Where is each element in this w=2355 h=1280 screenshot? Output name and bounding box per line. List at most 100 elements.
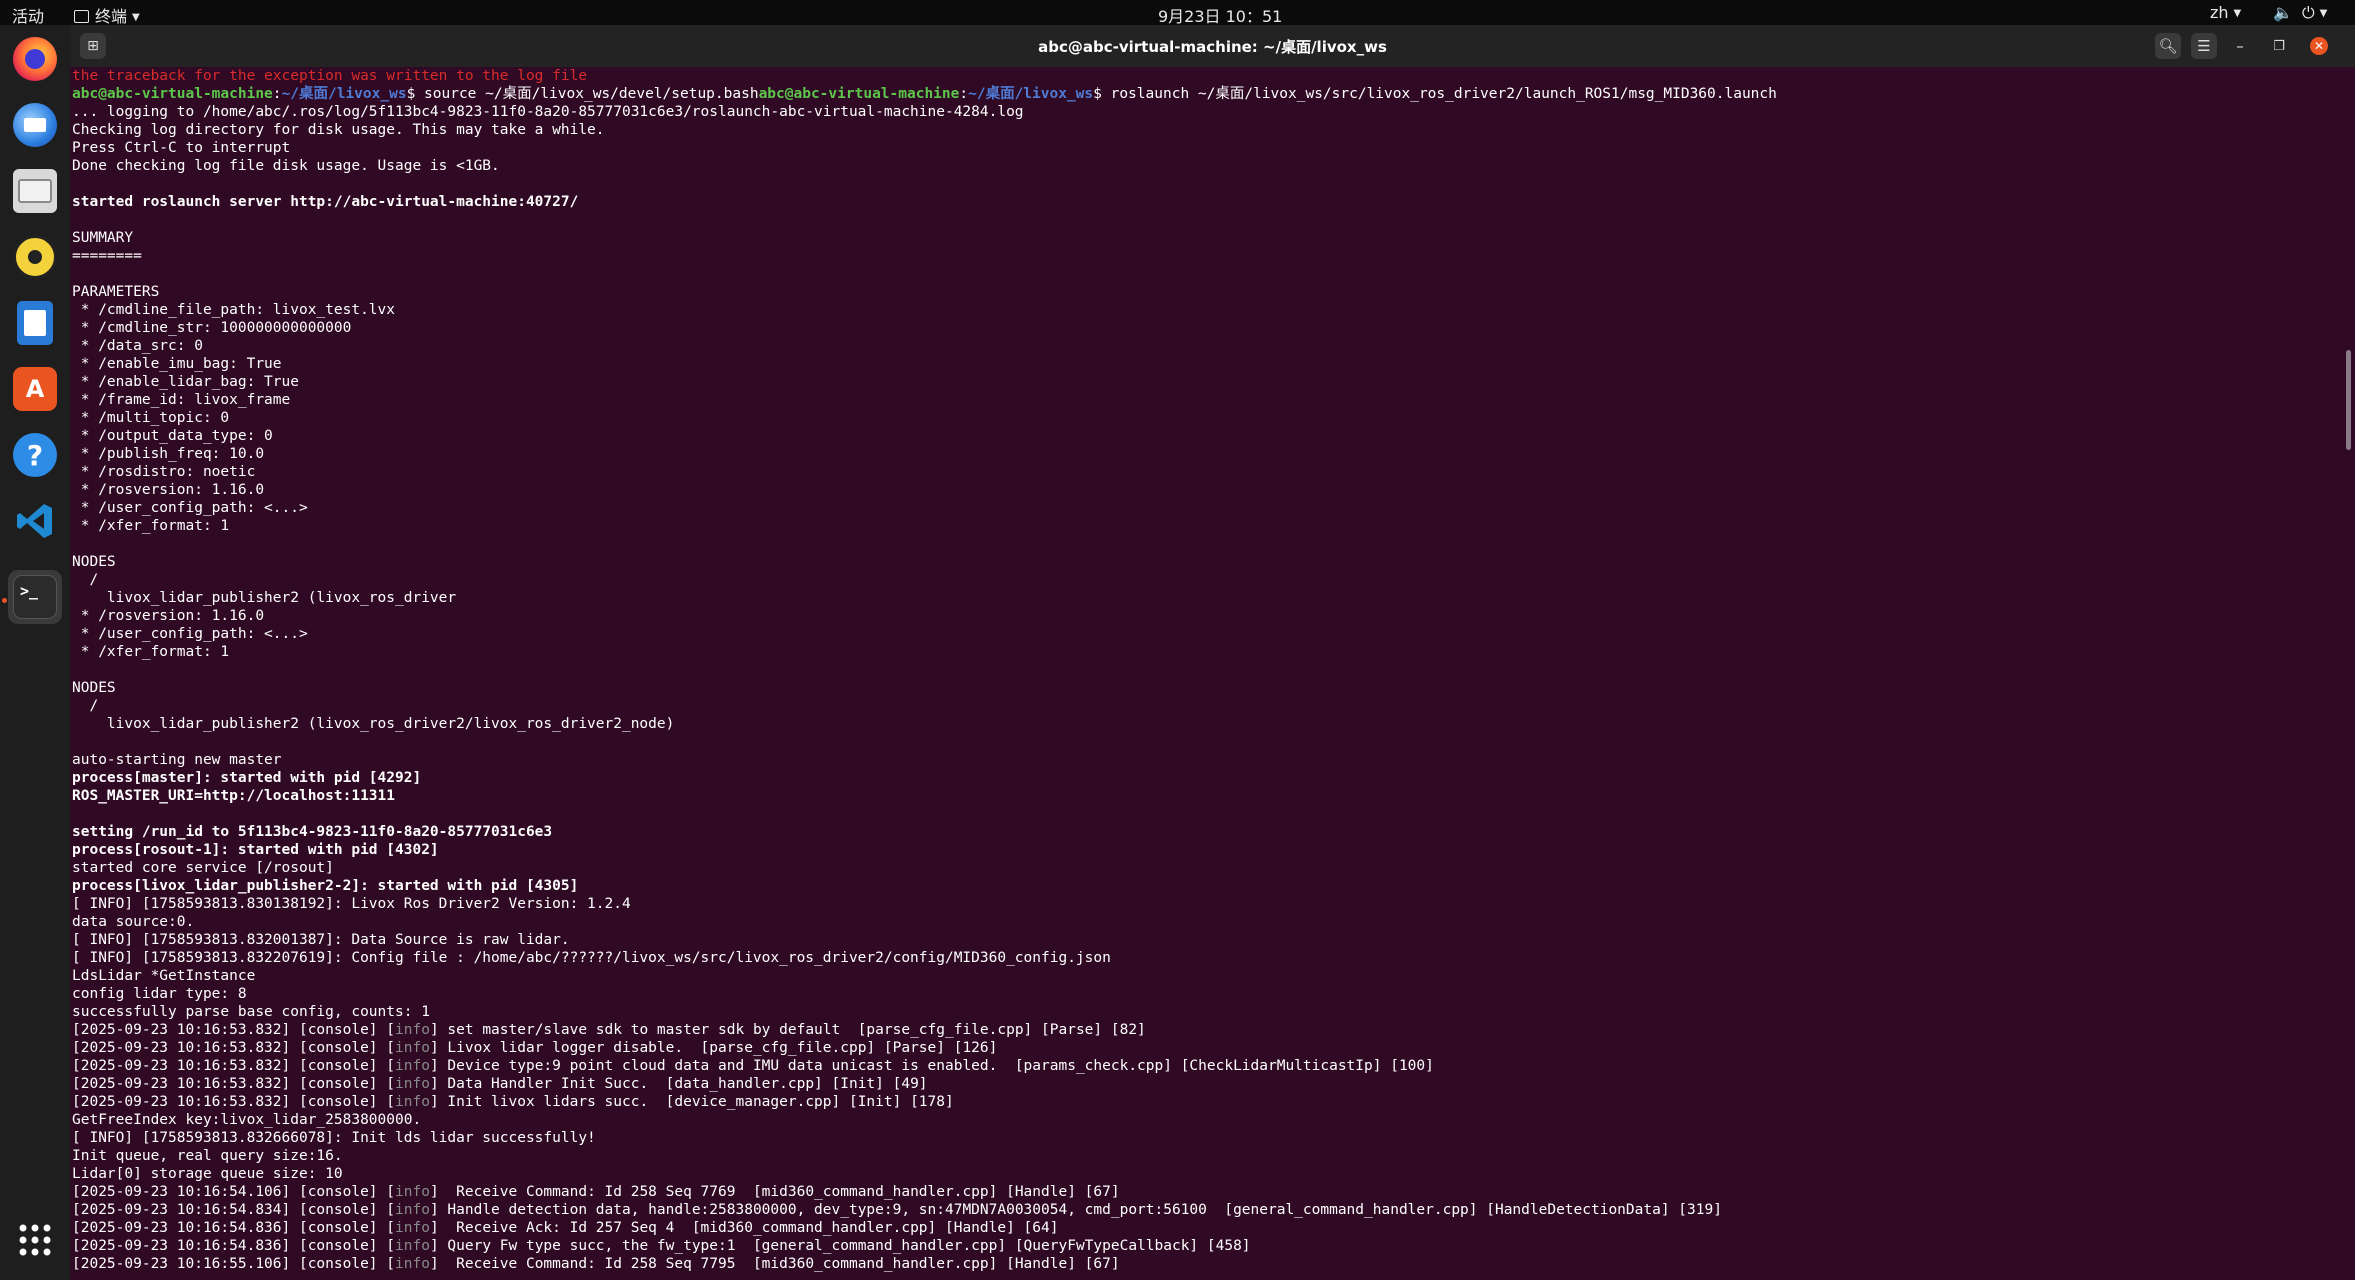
terminal-line: [2025-09-23 10:16:54.836] [console] [inf… [72, 1237, 2330, 1255]
terminal-text: [2025-09-23 10:16:53.832] [console] [ [72, 1058, 396, 1074]
terminal-line: / [72, 571, 2330, 589]
terminal-line: [2025-09-23 10:16:54.836] [console] [inf… [72, 1219, 2330, 1237]
terminal-line: [2025-09-23 10:16:53.832] [console] [inf… [72, 1039, 2330, 1057]
terminal-text: ROS_MASTER_URI=http://localhost:11311 [72, 788, 396, 804]
top-bar: 活动 终端 ▼ 9月23日 10：51 zh ▼ 🔈 ⏻ ▼ [0, 0, 2355, 27]
dock-terminal[interactable]: >_ [8, 570, 62, 624]
terminal-text: Lidar[0] storage queue size: 10 [72, 1166, 343, 1182]
terminal-text: process[rosout-1]: started with pid [430… [72, 842, 439, 858]
terminal-text: / [72, 698, 99, 714]
terminal-text: * /data_src: 0 [72, 338, 203, 354]
terminal-text: : [272, 86, 282, 102]
terminal-line: successfully parse base config, counts: … [72, 1003, 2330, 1021]
dock-files[interactable] [8, 164, 62, 218]
help-icon: ? [13, 433, 57, 477]
terminal-text: * /output_data_type: 0 [72, 428, 273, 444]
terminal-line: [2025-09-23 10:16:53.832] [console] [inf… [72, 1057, 2330, 1075]
chevron-down-icon: ▼ [2319, 8, 2328, 19]
terminal-line: [2025-09-23 10:16:53.832] [console] [inf… [72, 1093, 2330, 1111]
terminal-line: * /frame_id: livox_frame [72, 391, 2330, 409]
activities-button[interactable]: 活动 [12, 3, 44, 27]
search-button[interactable]: 🔍︎ [2155, 33, 2181, 59]
close-button[interactable]: ✕ [2306, 33, 2332, 59]
terminal-text: info [395, 1040, 430, 1056]
window-title: abc@abc-virtual-machine: ~/桌面/livox_ws [1038, 38, 1387, 56]
rhythmbox-icon [13, 235, 57, 279]
menu-button[interactable]: ☰ [2191, 33, 2217, 59]
terminal-line: livox_lidar_publisher2 (livox_ros_driver… [72, 715, 2330, 733]
maximize-button[interactable]: ❐ [2266, 33, 2292, 59]
terminal-text: PARAMETERS [72, 284, 160, 300]
terminal-text: ] Init livox lidars succ. [device_manage… [429, 1094, 954, 1110]
volume-icon: 🔈 [2273, 3, 2293, 22]
dock-app-center[interactable]: A [8, 362, 62, 416]
terminal-text: info [395, 1076, 430, 1092]
app-menu-label: 终端 [95, 7, 128, 26]
writer-icon [17, 301, 53, 345]
running-indicator [2, 598, 7, 603]
terminal-line: * /xfer_format: 1 [72, 643, 2330, 661]
terminal-line: LdsLidar *GetInstance [72, 967, 2330, 985]
terminal-text: ] Receive Command: Id 258 Seq 7769 [mid3… [429, 1184, 1120, 1200]
minimize-button[interactable]: – [2227, 33, 2253, 59]
terminal-line: Lidar[0] storage queue size: 10 [72, 1165, 2330, 1183]
terminal-text: [ INFO] [1758593813.832207619]: Config f… [72, 950, 1111, 966]
terminal-text: Init queue, real query size:16. [72, 1148, 343, 1164]
terminal-line: NODES [72, 679, 2330, 697]
terminal-text: process[master]: started with pid [4292] [72, 770, 422, 786]
dock-vscode[interactable] [8, 494, 62, 548]
system-menu[interactable]: 🔈 ⏻ ▼ [2273, 3, 2327, 23]
terminal-text: ] set master/slave sdk to master sdk by … [429, 1022, 1146, 1038]
terminal-text: Done checking log file disk usage. Usage… [72, 158, 500, 174]
app-menu[interactable]: 终端 ▼ [74, 3, 140, 27]
terminal-line: started roslaunch server http://abc-virt… [72, 193, 2330, 211]
terminal-text: [2025-09-23 10:16:53.832] [console] [ [72, 1040, 396, 1056]
terminal-line: * /data_src: 0 [72, 337, 2330, 355]
terminal-line: * /publish_freq: 10.0 [72, 445, 2330, 463]
scrollbar[interactable] [2346, 350, 2351, 450]
terminal-text: the traceback for the exception was writ… [72, 68, 588, 84]
terminal-line: process[master]: started with pid [4292] [72, 769, 2330, 787]
terminal-text: [2025-09-23 10:16:53.832] [console] [ [72, 1022, 396, 1038]
terminal-text: info [395, 1094, 430, 1110]
dock-thunderbird[interactable] [8, 98, 62, 152]
terminal-line: Init queue, real query size:16. [72, 1147, 2330, 1165]
terminal-line: * /xfer_format: 1 [72, 517, 2330, 535]
terminal-line: ROS_MASTER_URI=http://localhost:11311 [72, 787, 2330, 805]
terminal-text: * /rosversion: 1.16.0 [72, 608, 265, 624]
terminal-text: SUMMARY [72, 230, 134, 246]
terminal-text: setting /run_id to 5f113bc4-9823-11f0-8a… [72, 824, 553, 840]
dock-rhythmbox[interactable] [8, 230, 62, 284]
dock-help[interactable]: ? [8, 428, 62, 482]
terminal-text: NODES [72, 680, 116, 696]
terminal-text: $ roslaunch ~/桌面/livox_ws/src/livox_ros_… [1093, 86, 1777, 102]
terminal-text: [ INFO] [1758593813.830138192]: Livox Ro… [72, 896, 631, 912]
terminal-output[interactable]: the traceback for the exception was writ… [72, 67, 2330, 1280]
dock: A ? >_ [0, 25, 70, 1280]
terminal-text: * /rosversion: 1.16.0 [72, 482, 265, 498]
dock-firefox[interactable] [8, 32, 62, 86]
terminal-text: [2025-09-23 10:16:53.832] [console] [ [72, 1076, 396, 1092]
terminal-text: [2025-09-23 10:16:54.836] [console] [ [72, 1238, 396, 1254]
terminal-text: started core service [/rosout] [72, 860, 334, 876]
terminal-text: info [395, 1256, 430, 1272]
show-apps-button[interactable] [8, 1213, 62, 1267]
title-bar[interactable]: ⊞ abc@abc-virtual-machine: ~/桌面/livox_ws… [70, 25, 2355, 67]
terminal-text: LdsLidar *GetInstance [72, 968, 256, 984]
terminal-text: ] Receive Ack: Id 257 Seq 4 [mid360_comm… [429, 1220, 1059, 1236]
terminal-text: livox_lidar_publisher2 (livox_ros_driver… [72, 716, 675, 732]
clock[interactable]: 9月23日 10：51 [1158, 3, 1282, 27]
terminal-text: * /rosdistro: noetic [72, 464, 256, 480]
terminal-line: Done checking log file disk usage. Usage… [72, 157, 2330, 175]
dock-writer[interactable] [8, 296, 62, 350]
terminal-line: auto-starting new master [72, 751, 2330, 769]
terminal-text: process[livox_lidar_publisher2-2]: start… [72, 878, 579, 894]
terminal-text: * /xfer_format: 1 [72, 644, 230, 660]
input-method-menu[interactable]: zh ▼ [2210, 3, 2241, 22]
terminal-text: ... logging to /home/abc/.ros/log/5f113b… [72, 104, 1024, 120]
terminal-text: : [959, 86, 969, 102]
terminal-line: * /output_data_type: 0 [72, 427, 2330, 445]
terminal-line: [ INFO] [1758593813.832207619]: Config f… [72, 949, 2330, 967]
terminal-text: config lidar type: 8 [72, 986, 247, 1002]
